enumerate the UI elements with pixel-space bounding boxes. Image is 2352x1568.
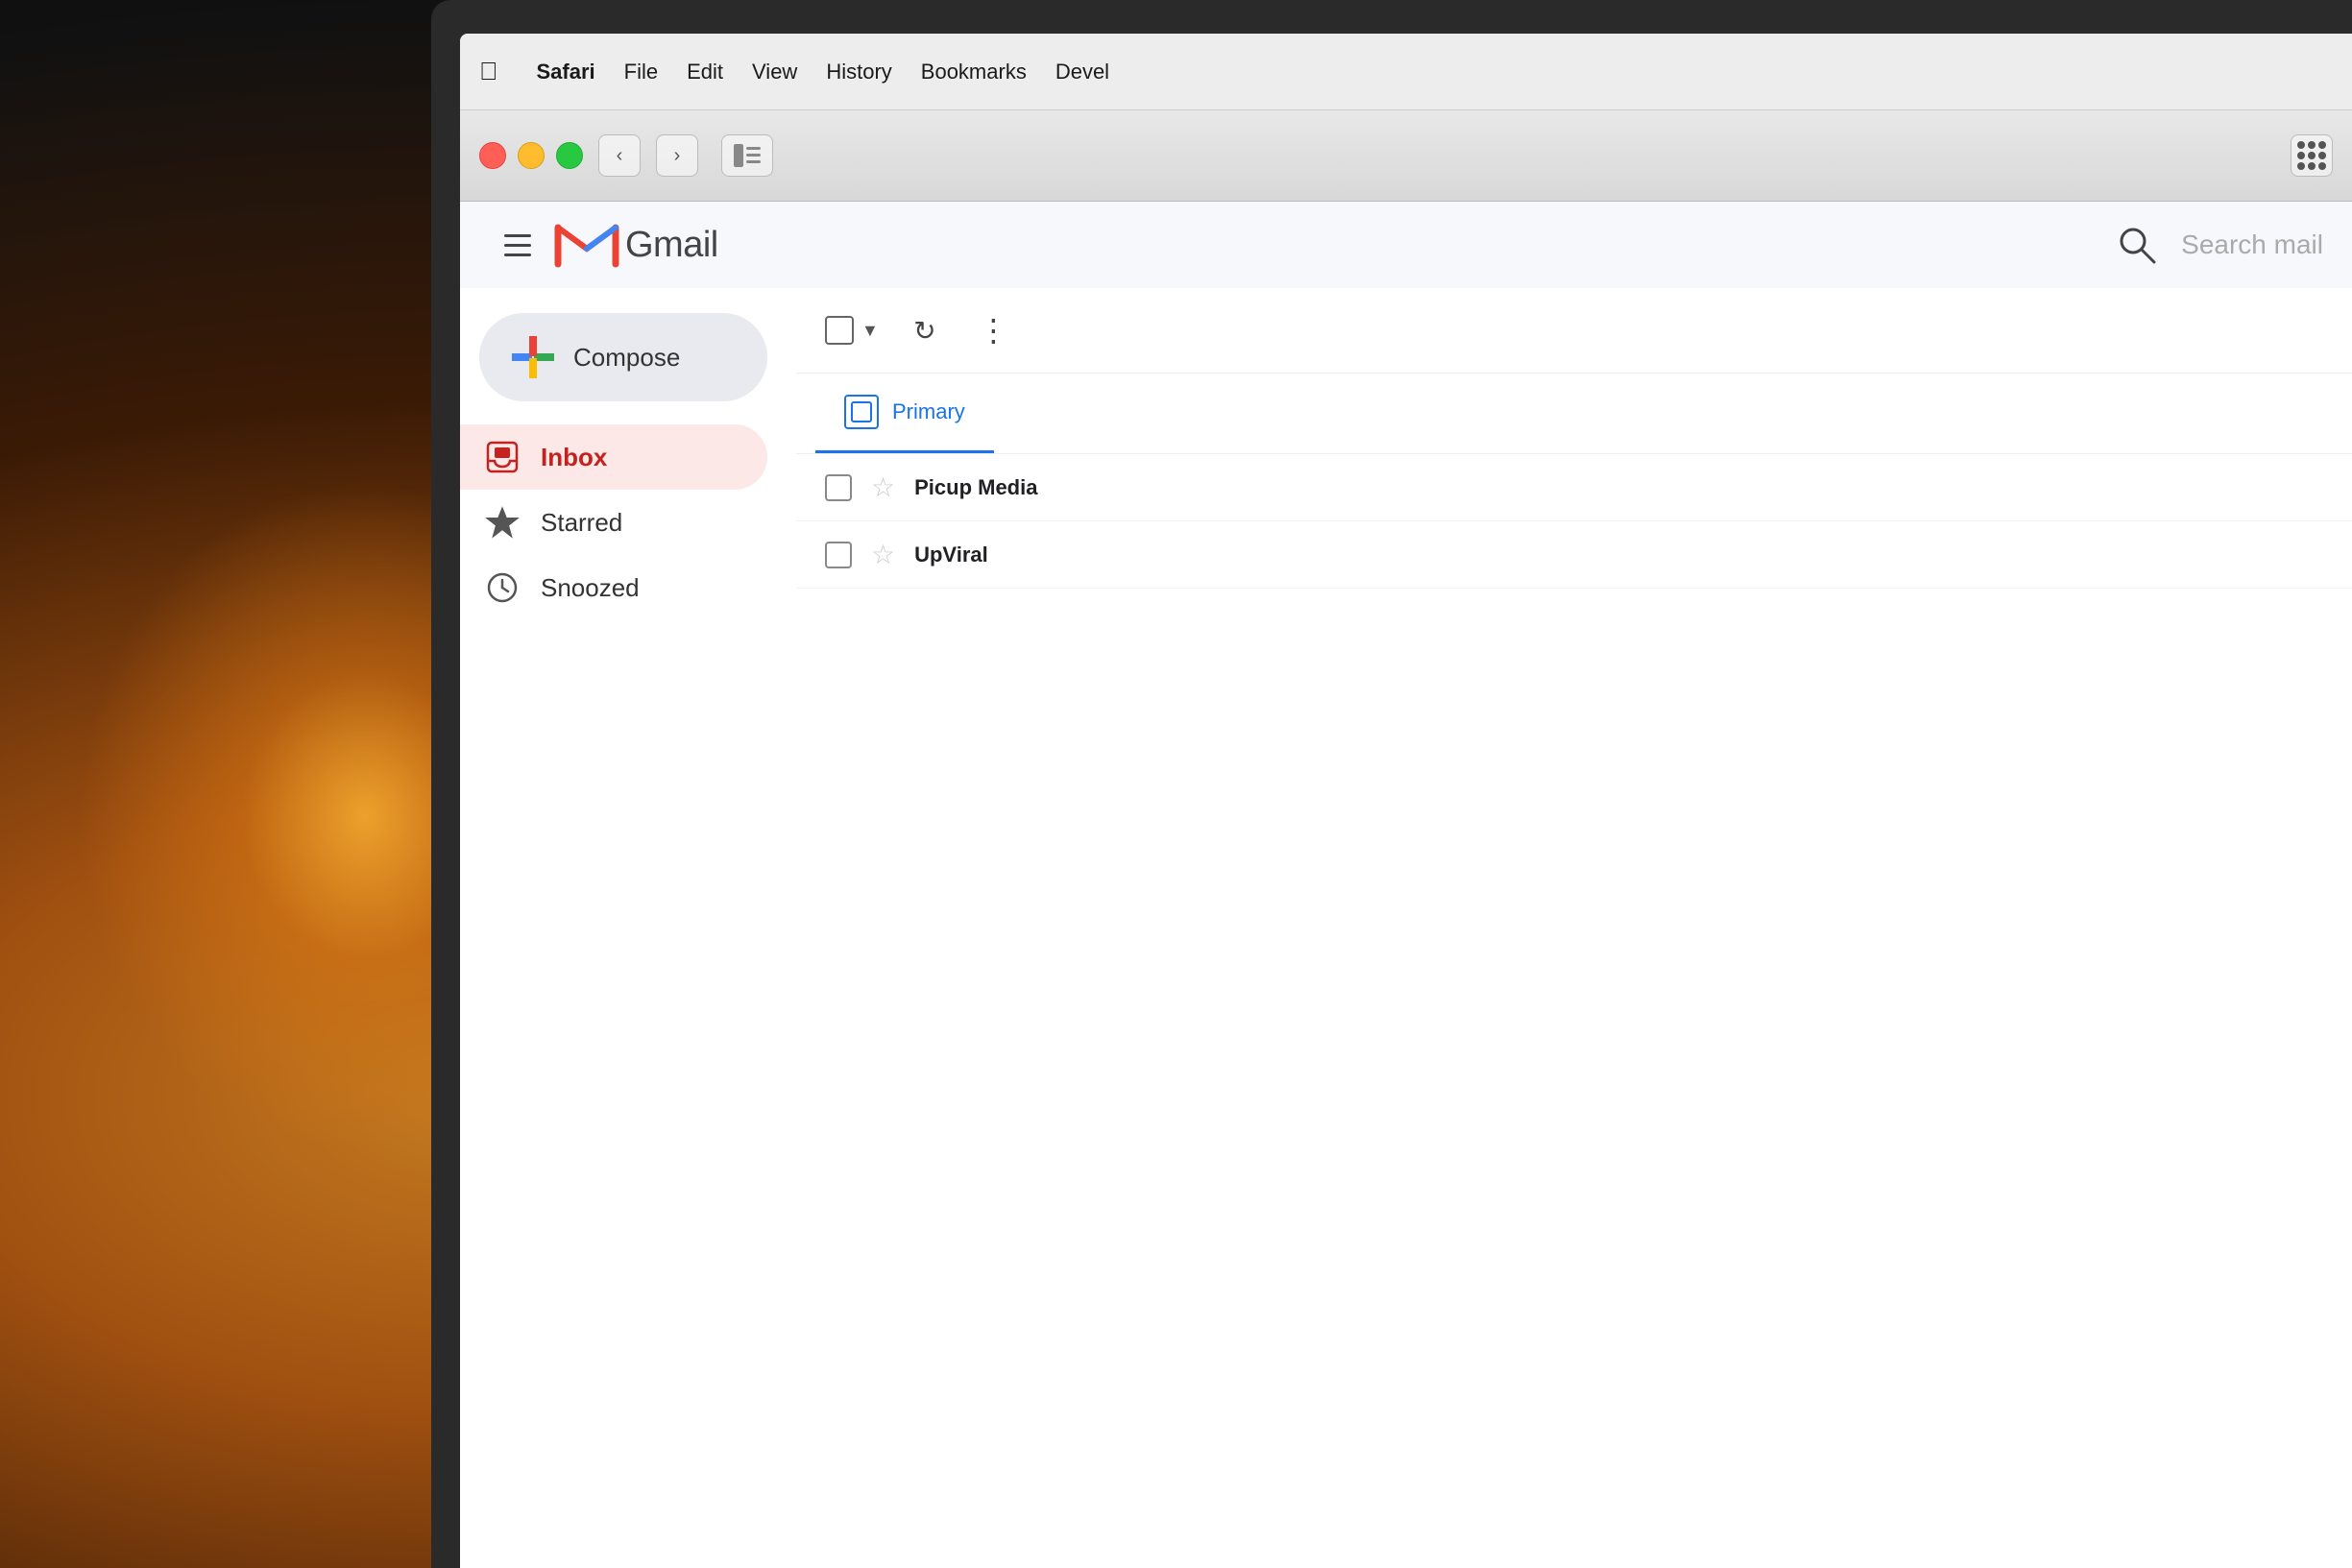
checkbox-icon [825,316,854,345]
email-sender: Picup Media [914,475,1164,500]
forward-icon: › [674,145,681,167]
clock-svg-icon [485,570,520,605]
search-icon [2108,216,2166,274]
file-menu[interactable]: File [624,60,658,84]
star-icon [483,503,521,542]
close-button[interactable] [479,142,506,169]
gmail-m-icon [554,218,619,272]
laptop-bezel:  Safari File Edit View History Bookmark… [431,0,2352,1568]
fullscreen-button[interactable] [556,142,583,169]
inbox-label: Inbox [541,443,607,472]
hamburger-icon [504,234,531,237]
hamburger-button[interactable] [489,216,546,274]
compose-plus-colored-icon [512,336,554,378]
primary-icon-inner [851,401,872,422]
minimize-button[interactable] [518,142,545,169]
sidebar-nav: Compose Inbox [460,288,787,1568]
refresh-icon: ↻ [913,315,935,347]
macos-menubar:  Safari File Edit View History Bookmark… [460,34,2352,110]
search-placeholder: Search mail [2181,229,2323,260]
apple-menu[interactable]:  [479,57,498,86]
edit-menu[interactable]: Edit [687,60,723,84]
hamburger-icon [504,253,531,256]
table-row[interactable]: ☆ UpViral [796,521,2352,589]
apps-button[interactable] [2291,134,2333,177]
traffic-lights [479,142,583,169]
inbox-icon [483,438,521,476]
select-all-checkbox[interactable]: ▼ [825,316,879,345]
sidebar-item-snoozed[interactable]: Snoozed [460,555,767,620]
primary-tab-icon [844,395,879,429]
checkbox-dropdown-arrow[interactable]: ▼ [861,321,879,341]
snoozed-label: Snoozed [541,573,640,603]
table-row[interactable]: ☆ Picup Media [796,454,2352,521]
star-unselected-icon[interactable]: ☆ [871,471,895,503]
develop-menu[interactable]: Devel [1055,60,1109,84]
search-svg-icon [2116,224,2158,266]
gmail-body: Compose Inbox [460,288,2352,1568]
sidebar-toggle-button[interactable] [721,134,773,177]
more-icon: ⋮ [978,312,1009,349]
search-area: Search mail [2108,216,2323,274]
mail-toolbar: ▼ ↻ ⋮ [796,288,2352,374]
sidebar-toggle-icon [734,144,761,167]
laptop-screen:  Safari File Edit View History Bookmark… [460,34,2352,1568]
mail-list-area: ▼ ↻ ⋮ Primary [796,288,2352,1568]
compose-label: Compose [573,343,680,373]
inbox-svg-icon [485,440,520,474]
gmail-header: Gmail Search mail [460,202,2352,288]
back-button[interactable]: ‹ [598,134,641,177]
forward-button[interactable]: › [656,134,698,177]
category-tabs: Primary [796,374,2352,454]
refresh-button[interactable]: ↻ [902,307,948,353]
snoozed-icon [483,568,521,607]
more-options-button[interactable]: ⋮ [971,307,1017,353]
safari-menu[interactable]: Safari [537,60,595,84]
gmail-wordmark: Gmail [625,225,718,266]
sidebar-item-starred[interactable]: Starred [460,490,767,555]
email-checkbox[interactable] [825,542,852,568]
sidebar-item-inbox[interactable]: Inbox [460,424,767,490]
starred-label: Starred [541,508,622,538]
history-menu[interactable]: History [826,60,891,84]
email-sender: UpViral [914,543,1164,567]
star-svg-icon [485,505,520,540]
hamburger-icon [504,244,531,247]
gmail-logo: Gmail [554,218,718,272]
primary-tab-label: Primary [892,399,965,424]
compose-button[interactable]: Compose [479,313,767,401]
grid-icon [2297,141,2326,170]
compose-plus-icon [510,334,556,380]
email-checkbox[interactable] [825,474,852,501]
star-unselected-icon[interactable]: ☆ [871,539,895,570]
tab-primary[interactable]: Primary [815,374,994,453]
bookmarks-menu[interactable]: Bookmarks [921,60,1027,84]
browser-chrome: ‹ › [460,110,2352,202]
back-icon: ‹ [617,145,623,167]
view-menu[interactable]: View [752,60,797,84]
